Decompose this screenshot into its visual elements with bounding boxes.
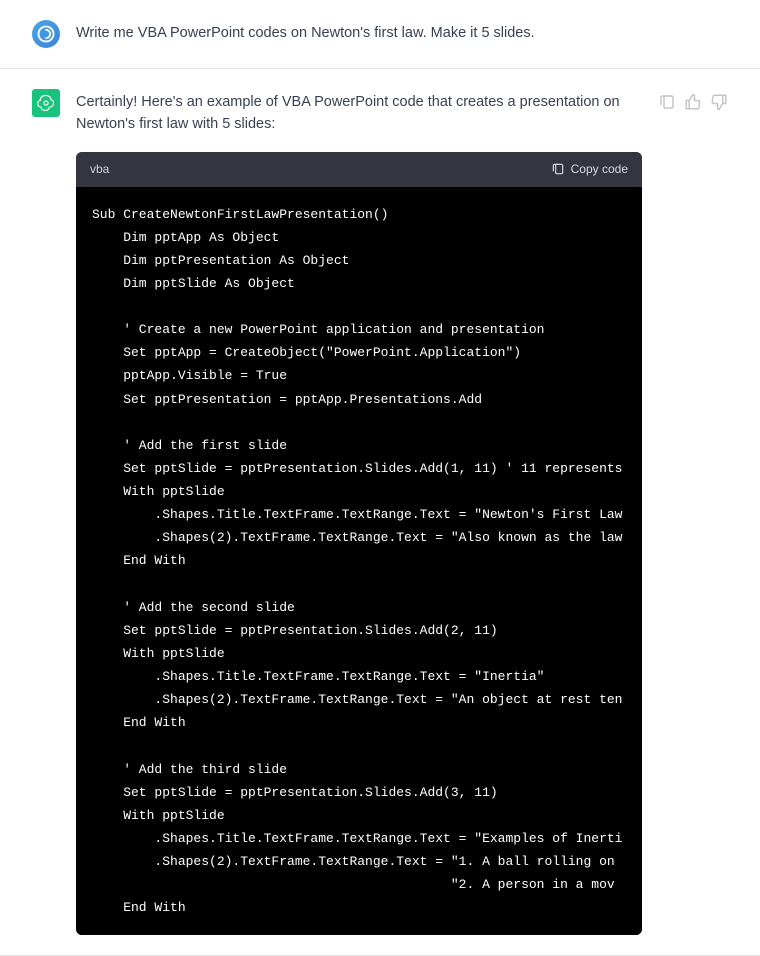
user-message-text: Write me VBA PowerPoint codes on Newton'…: [76, 20, 728, 48]
user-message-inner: Write me VBA PowerPoint codes on Newton'…: [0, 20, 760, 48]
copy-code-button[interactable]: Copy code: [551, 160, 628, 179]
thumbs-up-icon[interactable]: [684, 93, 702, 111]
user-message-row: Write me VBA PowerPoint codes on Newton'…: [0, 0, 760, 69]
code-language-label: vba: [90, 160, 109, 179]
assistant-message-row: Certainly! Here's an example of VBA Powe…: [0, 69, 760, 956]
clipboard-icon: [551, 162, 565, 176]
assistant-message-content: Certainly! Here's an example of VBA Powe…: [76, 89, 642, 935]
code-body: Sub CreateNewtonFirstLawPresentation() D…: [76, 187, 642, 936]
copy-code-label: Copy code: [571, 160, 628, 179]
assistant-message-inner: Certainly! Here's an example of VBA Powe…: [0, 89, 760, 935]
user-avatar: [32, 20, 60, 48]
copy-icon[interactable]: [658, 93, 676, 111]
code-content[interactable]: Sub CreateNewtonFirstLawPresentation() D…: [92, 203, 626, 920]
thumbs-down-icon[interactable]: [710, 93, 728, 111]
code-block: vba Copy code Sub CreateNewtonFirstLawPr…: [76, 152, 642, 935]
user-avatar-icon: [36, 24, 56, 44]
code-header: vba Copy code: [76, 152, 642, 187]
message-actions: [658, 89, 728, 935]
assistant-intro-text: Certainly! Here's an example of VBA Powe…: [76, 91, 642, 136]
chat-container: Write me VBA PowerPoint codes on Newton'…: [0, 0, 760, 956]
assistant-avatar-icon: [36, 93, 56, 113]
assistant-avatar: [32, 89, 60, 117]
